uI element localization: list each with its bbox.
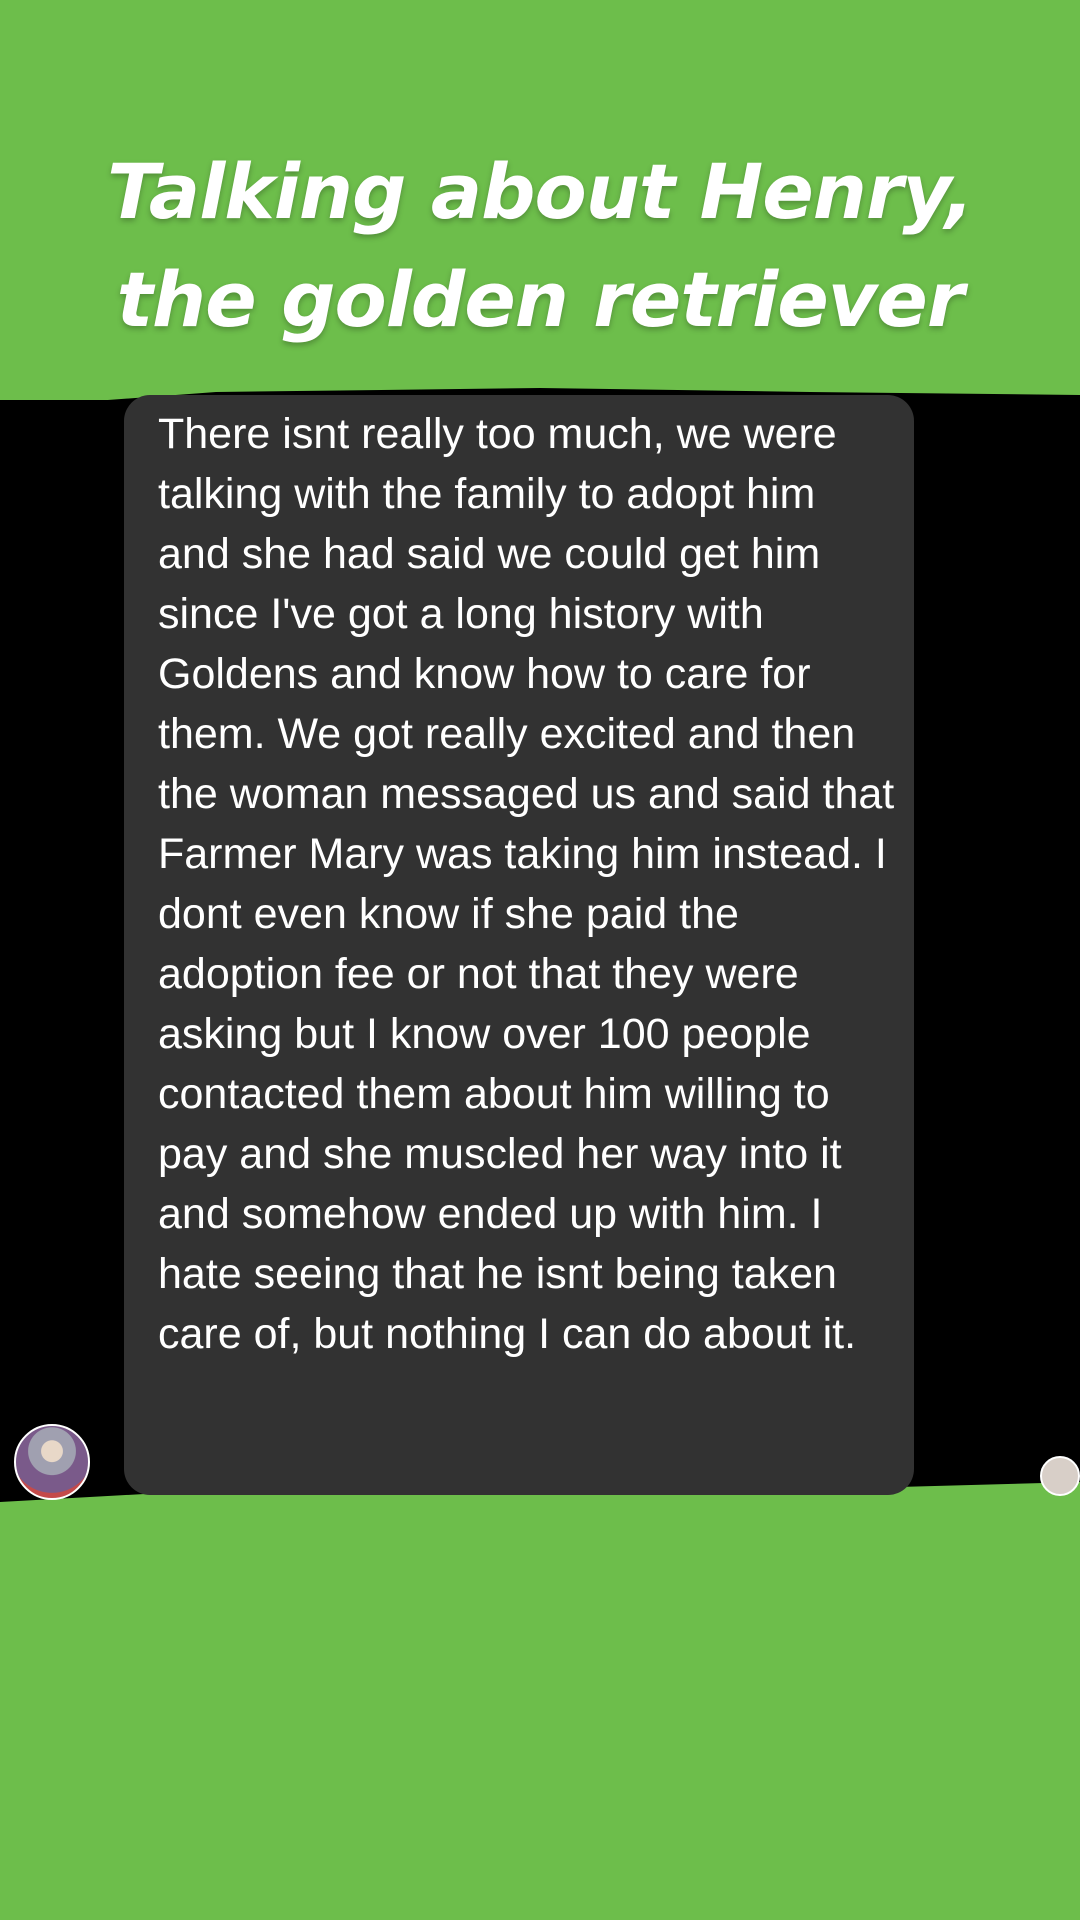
- bottom-green-banner: [0, 1482, 1080, 1920]
- headline-line-2: the golden retriever: [116, 255, 965, 344]
- read-receipt-avatar-icon: [1040, 1456, 1080, 1496]
- story-headline: Talking about Henry, the golden retrieve…: [0, 138, 1080, 354]
- story-screen: Talking about Henry, the golden retrieve…: [0, 0, 1080, 1920]
- headline-line-1: Talking about Henry,: [107, 147, 974, 236]
- message-text: There isnt really too much, we were talk…: [158, 410, 895, 1358]
- sender-avatar-icon[interactable]: [14, 1424, 90, 1500]
